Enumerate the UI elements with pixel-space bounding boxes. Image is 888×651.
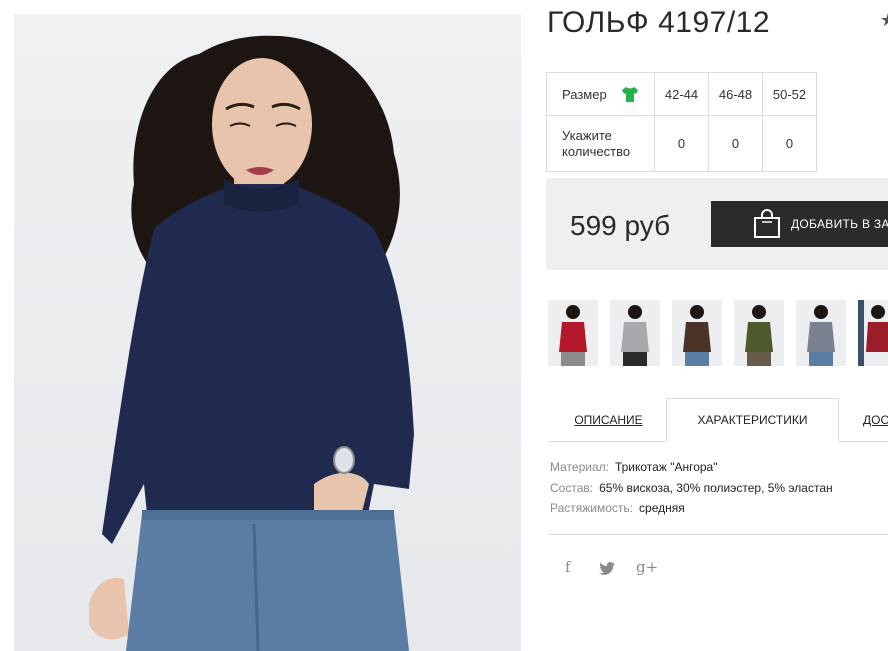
- tshirt-icon[interactable]: [621, 86, 639, 103]
- quantity-input[interactable]: 0: [654, 115, 709, 172]
- spec-material-label: Материал:: [550, 460, 609, 474]
- shopping-bag-icon: [753, 209, 781, 239]
- spec-composition-value: 65% вискоза, 30% полиэстер, 5% эластан: [599, 481, 833, 495]
- price-value: 599 руб: [570, 210, 671, 241]
- color-thumbnail[interactable]: [796, 300, 846, 366]
- color-thumbnail[interactable]: [610, 300, 660, 366]
- tab-characteristics[interactable]: ХАРАКТЕРИСТИКИ: [666, 398, 839, 442]
- spec-material-value: Трикотаж "Ангора": [614, 460, 718, 474]
- spec-material: Материал: Трикотаж "Ангора": [550, 460, 717, 474]
- quantity-input[interactable]: 0: [708, 115, 763, 172]
- size-option: 46-48: [708, 72, 763, 116]
- quantity-label-line2: количество: [562, 143, 631, 159]
- size-option: 42-44: [654, 72, 709, 116]
- divider: [548, 534, 888, 535]
- add-to-cart-button[interactable]: ДОБАВИТЬ В ЗАКАЗ: [711, 201, 888, 247]
- product-title: ГОЛЬФ 4197/12: [547, 6, 771, 39]
- spec-stretch-value: средняя: [639, 501, 685, 515]
- quantity-label-cell: Укажите количество: [546, 115, 655, 172]
- tab-characteristics-label: ХАРАКТЕРИСТИКИ: [697, 413, 808, 427]
- spec-composition-label: Состав:: [550, 481, 594, 495]
- color-thumbnail[interactable]: [548, 300, 598, 366]
- tab-description[interactable]: ОПИСАНИЕ: [560, 398, 657, 442]
- price-panel: 599 руб ДОБАВИТЬ В ЗАКАЗ: [546, 178, 888, 270]
- size-header-label: Размер: [562, 86, 607, 102]
- spec-stretch-label: Растяжимость:: [550, 501, 634, 515]
- tab-delivery-label: ДОСТАВКА: [863, 413, 888, 427]
- spec-stretch: Растяжимость: средняя: [550, 501, 685, 515]
- google-plus-icon[interactable]: g+: [636, 558, 658, 576]
- product-main-photo[interactable]: [14, 14, 521, 651]
- spec-composition: Состав: 65% вискоза, 30% полиэстер, 5% эл…: [550, 481, 833, 495]
- add-to-cart-label: ДОБАВИТЬ В ЗАКАЗ: [791, 217, 888, 231]
- tab-delivery[interactable]: ДОСТАВКА: [850, 398, 888, 442]
- facebook-icon[interactable]: f: [565, 558, 571, 576]
- quantity-input[interactable]: 0: [762, 115, 817, 172]
- tab-description-label: ОПИСАНИЕ: [574, 413, 643, 427]
- twitter-icon[interactable]: [599, 561, 615, 579]
- size-header-cell: Размер: [546, 72, 655, 116]
- color-thumbnail[interactable]: [734, 300, 784, 366]
- size-table: Размер 42-44 46-48 50-52 Укажите количес…: [546, 72, 817, 172]
- color-thumbnail[interactable]: [672, 300, 722, 366]
- size-option: 50-52: [762, 72, 817, 116]
- favorite-star-icon[interactable]: ★: [880, 10, 888, 31]
- model-illustration: [89, 35, 414, 651]
- quantity-label-line1: Укажите: [562, 127, 612, 143]
- color-thumbnail[interactable]: [858, 300, 888, 366]
